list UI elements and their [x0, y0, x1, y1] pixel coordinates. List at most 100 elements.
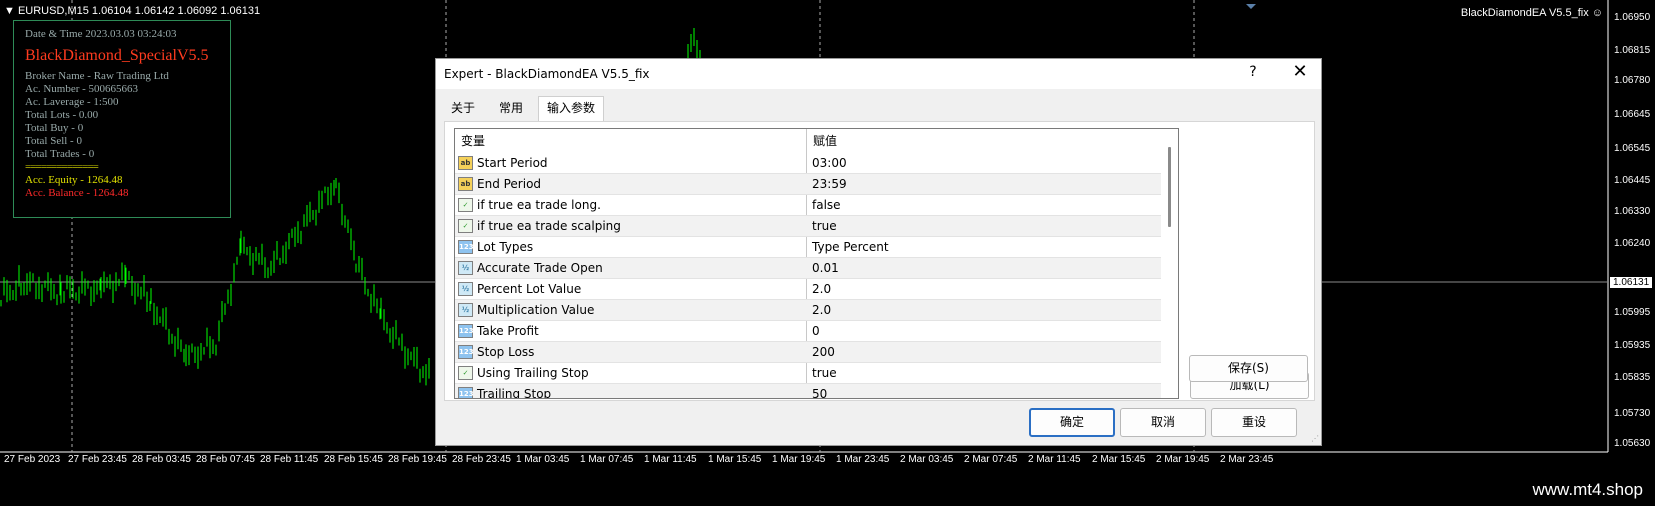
symbol-header: ▼ EURUSD,M15 1.06104 1.06142 1.06092 1.0… — [4, 5, 261, 17]
price-tick-label: 1.06330 — [1614, 206, 1651, 217]
param-value[interactable]: 23:59 — [812, 174, 847, 194]
current-price-label: 1.06131 — [1610, 277, 1653, 288]
ea-name-text: BlackDiamondEA V5.5_fix — [1460, 7, 1589, 19]
param-type-bool-icon: ✓ — [458, 219, 473, 233]
info-account-number: Ac. Number - 500665663 — [25, 83, 139, 95]
time-tick-label: 1 Mar 07:45 — [580, 454, 634, 465]
cancel-button[interactable]: 取消 — [1120, 408, 1206, 437]
help-button[interactable]: ? — [1241, 64, 1265, 80]
close-button[interactable]: ✕ — [1287, 61, 1313, 82]
column-variable[interactable]: 变量 — [455, 129, 806, 153]
time-tick-label: 28 Feb 15:45 — [324, 454, 383, 465]
param-row[interactable]: 123 Trailing Stop 50 — [455, 384, 1161, 398]
param-value[interactable]: Type Percent — [812, 237, 889, 257]
param-value[interactable]: true — [812, 363, 837, 383]
param-row[interactable]: ✓ Using Trailing Stop true — [455, 363, 1161, 384]
param-type-dbl-icon: ½ — [458, 282, 473, 296]
expert-properties-dialog: Expert - BlackDiamondEA V5.5_fix ? ✕ 关于 … — [435, 58, 1322, 446]
time-tick-label: 1 Mar 19:45 — [772, 454, 826, 465]
info-datetime: Date & Time 2023.03.03 03:24:03 — [25, 28, 177, 40]
info-separator: ============== — [25, 161, 99, 173]
price-tick-label: 1.06545 — [1614, 143, 1651, 154]
param-value[interactable]: 2.0 — [812, 300, 831, 320]
param-row[interactable]: ✓ if true ea trade scalping true — [455, 216, 1161, 237]
scrollbar-thumb[interactable] — [1168, 147, 1171, 227]
info-title: BlackDiamond_SpecialV5.5 — [25, 47, 209, 64]
param-row[interactable]: ½ Accurate Trade Open 0.01 — [455, 258, 1161, 279]
param-name: Take Profit — [477, 324, 539, 338]
time-tick-label: 2 Mar 11:45 — [1028, 454, 1081, 465]
grid-header: 变量 赋值 — [455, 129, 1161, 153]
param-value[interactable]: false — [812, 195, 841, 215]
grid-scrollbar[interactable] — [1162, 129, 1178, 398]
param-row[interactable]: ½ Percent Lot Value 2.0 — [455, 279, 1161, 300]
param-name: Percent Lot Value — [477, 282, 582, 296]
price-tick-label: 1.05935 — [1614, 340, 1651, 351]
time-tick-label: 27 Feb 2023 — [4, 454, 61, 465]
param-type-dbl-icon: ½ — [458, 261, 473, 275]
time-tick-label: 28 Feb 07:45 — [196, 454, 255, 465]
param-type-ab-icon: ab — [458, 156, 473, 170]
param-row[interactable]: ½ Multiplication Value 2.0 — [455, 300, 1161, 321]
price-tick-label: 1.05630 — [1614, 438, 1651, 449]
price-tick-label: 1.06950 — [1614, 12, 1651, 23]
param-value[interactable]: 2.0 — [812, 279, 831, 299]
param-value[interactable]: true — [812, 216, 837, 236]
param-name: Using Trailing Stop — [477, 366, 589, 380]
time-tick-label: 2 Mar 07:45 — [964, 454, 1018, 465]
price-tick-label: 1.06780 — [1614, 75, 1651, 86]
param-type-dbl-icon: ½ — [458, 303, 473, 317]
info-leverage: Ac. Laverage - 1:500 — [25, 96, 119, 108]
param-row[interactable]: 123 Take Profit 0 — [455, 321, 1161, 342]
param-type-bool-icon: ✓ — [458, 198, 473, 212]
param-row[interactable]: ab Start Period 03:00 — [455, 153, 1161, 174]
param-type-ab-icon: ab — [458, 177, 473, 191]
param-value[interactable]: 0 — [812, 321, 820, 341]
param-value[interactable]: 50 — [812, 384, 827, 398]
time-tick-label: 28 Feb 03:45 — [132, 454, 191, 465]
time-tick-label: 28 Feb 19:45 — [388, 454, 447, 465]
ok-button[interactable]: 确定 — [1029, 408, 1115, 437]
time-tick-label: 1 Mar 15:45 — [708, 454, 762, 465]
parameters-grid[interactable]: 变量 赋值 ab Start Period 03:00 ab End Period 23:… — [454, 128, 1179, 399]
param-name: Start Period — [477, 156, 548, 170]
info-balance: Acc. Balance - 1264.48 — [25, 187, 129, 199]
time-tick-label: 2 Mar 19:45 — [1156, 454, 1210, 465]
shift-marker-icon — [1246, 4, 1256, 9]
info-equity: Acc. Equity - 1264.48 — [25, 174, 123, 186]
time-tick-label: 28 Feb 11:45 — [260, 454, 319, 465]
save-button[interactable]: 保存(S) — [1189, 355, 1308, 382]
param-type-int-icon: 123 — [458, 345, 474, 359]
param-row[interactable]: ✓ if true ea trade long. false — [455, 195, 1161, 216]
bottom-bar: www.mt4.shop — [0, 470, 1655, 506]
param-value[interactable]: 200 — [812, 342, 835, 362]
param-row[interactable]: ab End Period 23:59 — [455, 174, 1161, 195]
parameter-rows: ab Start Period 03:00 ab End Period 23:59 ✓ if … — [455, 153, 1161, 398]
tab-common[interactable]: 常用 — [488, 97, 534, 120]
tab-about[interactable]: 关于 — [444, 97, 482, 120]
inputs-tab-panel: 变量 赋值 ab Start Period 03:00 ab End Period 23:… — [444, 121, 1315, 401]
tab-inputs[interactable]: 输入参数 — [538, 96, 604, 122]
param-name: Multiplication Value — [477, 303, 595, 317]
param-value[interactable]: 0.01 — [812, 258, 839, 278]
param-name: Lot Types — [477, 240, 534, 254]
dialog-titlebar[interactable]: Expert - BlackDiamondEA V5.5_fix ? ✕ — [436, 59, 1321, 89]
smiley-icon[interactable]: ☺ — [1592, 7, 1603, 19]
param-name: Stop Loss — [477, 345, 535, 359]
ea-info-panel: Date & Time 2023.03.03 03:24:03 BlackDia… — [13, 20, 231, 218]
param-row[interactable]: 123 Lot Types Type Percent — [455, 237, 1161, 258]
price-tick-label: 1.06445 — [1614, 175, 1651, 186]
resize-grip-icon[interactable]: ⋰ — [1311, 435, 1319, 443]
time-tick-label: 1 Mar 11:45 — [644, 454, 697, 465]
info-total-buy: Total Buy - 0 — [25, 122, 84, 134]
price-tick-label: 1.05730 — [1614, 408, 1651, 419]
watermark: www.mt4.shop — [1532, 480, 1643, 499]
reset-button[interactable]: 重设 — [1211, 408, 1297, 437]
info-total-trades: Total Trades - 0 — [25, 148, 95, 160]
column-value[interactable]: 赋值 — [807, 129, 1161, 153]
param-value[interactable]: 03:00 — [812, 153, 847, 173]
info-total-sell: Total Sell - 0 — [25, 135, 82, 147]
price-tick-label: 1.05995 — [1614, 307, 1651, 318]
ea-name-label: BlackDiamondEA V5.5_fix ☺ — [1461, 7, 1603, 19]
param-row[interactable]: 123 Stop Loss 200 — [455, 342, 1161, 363]
